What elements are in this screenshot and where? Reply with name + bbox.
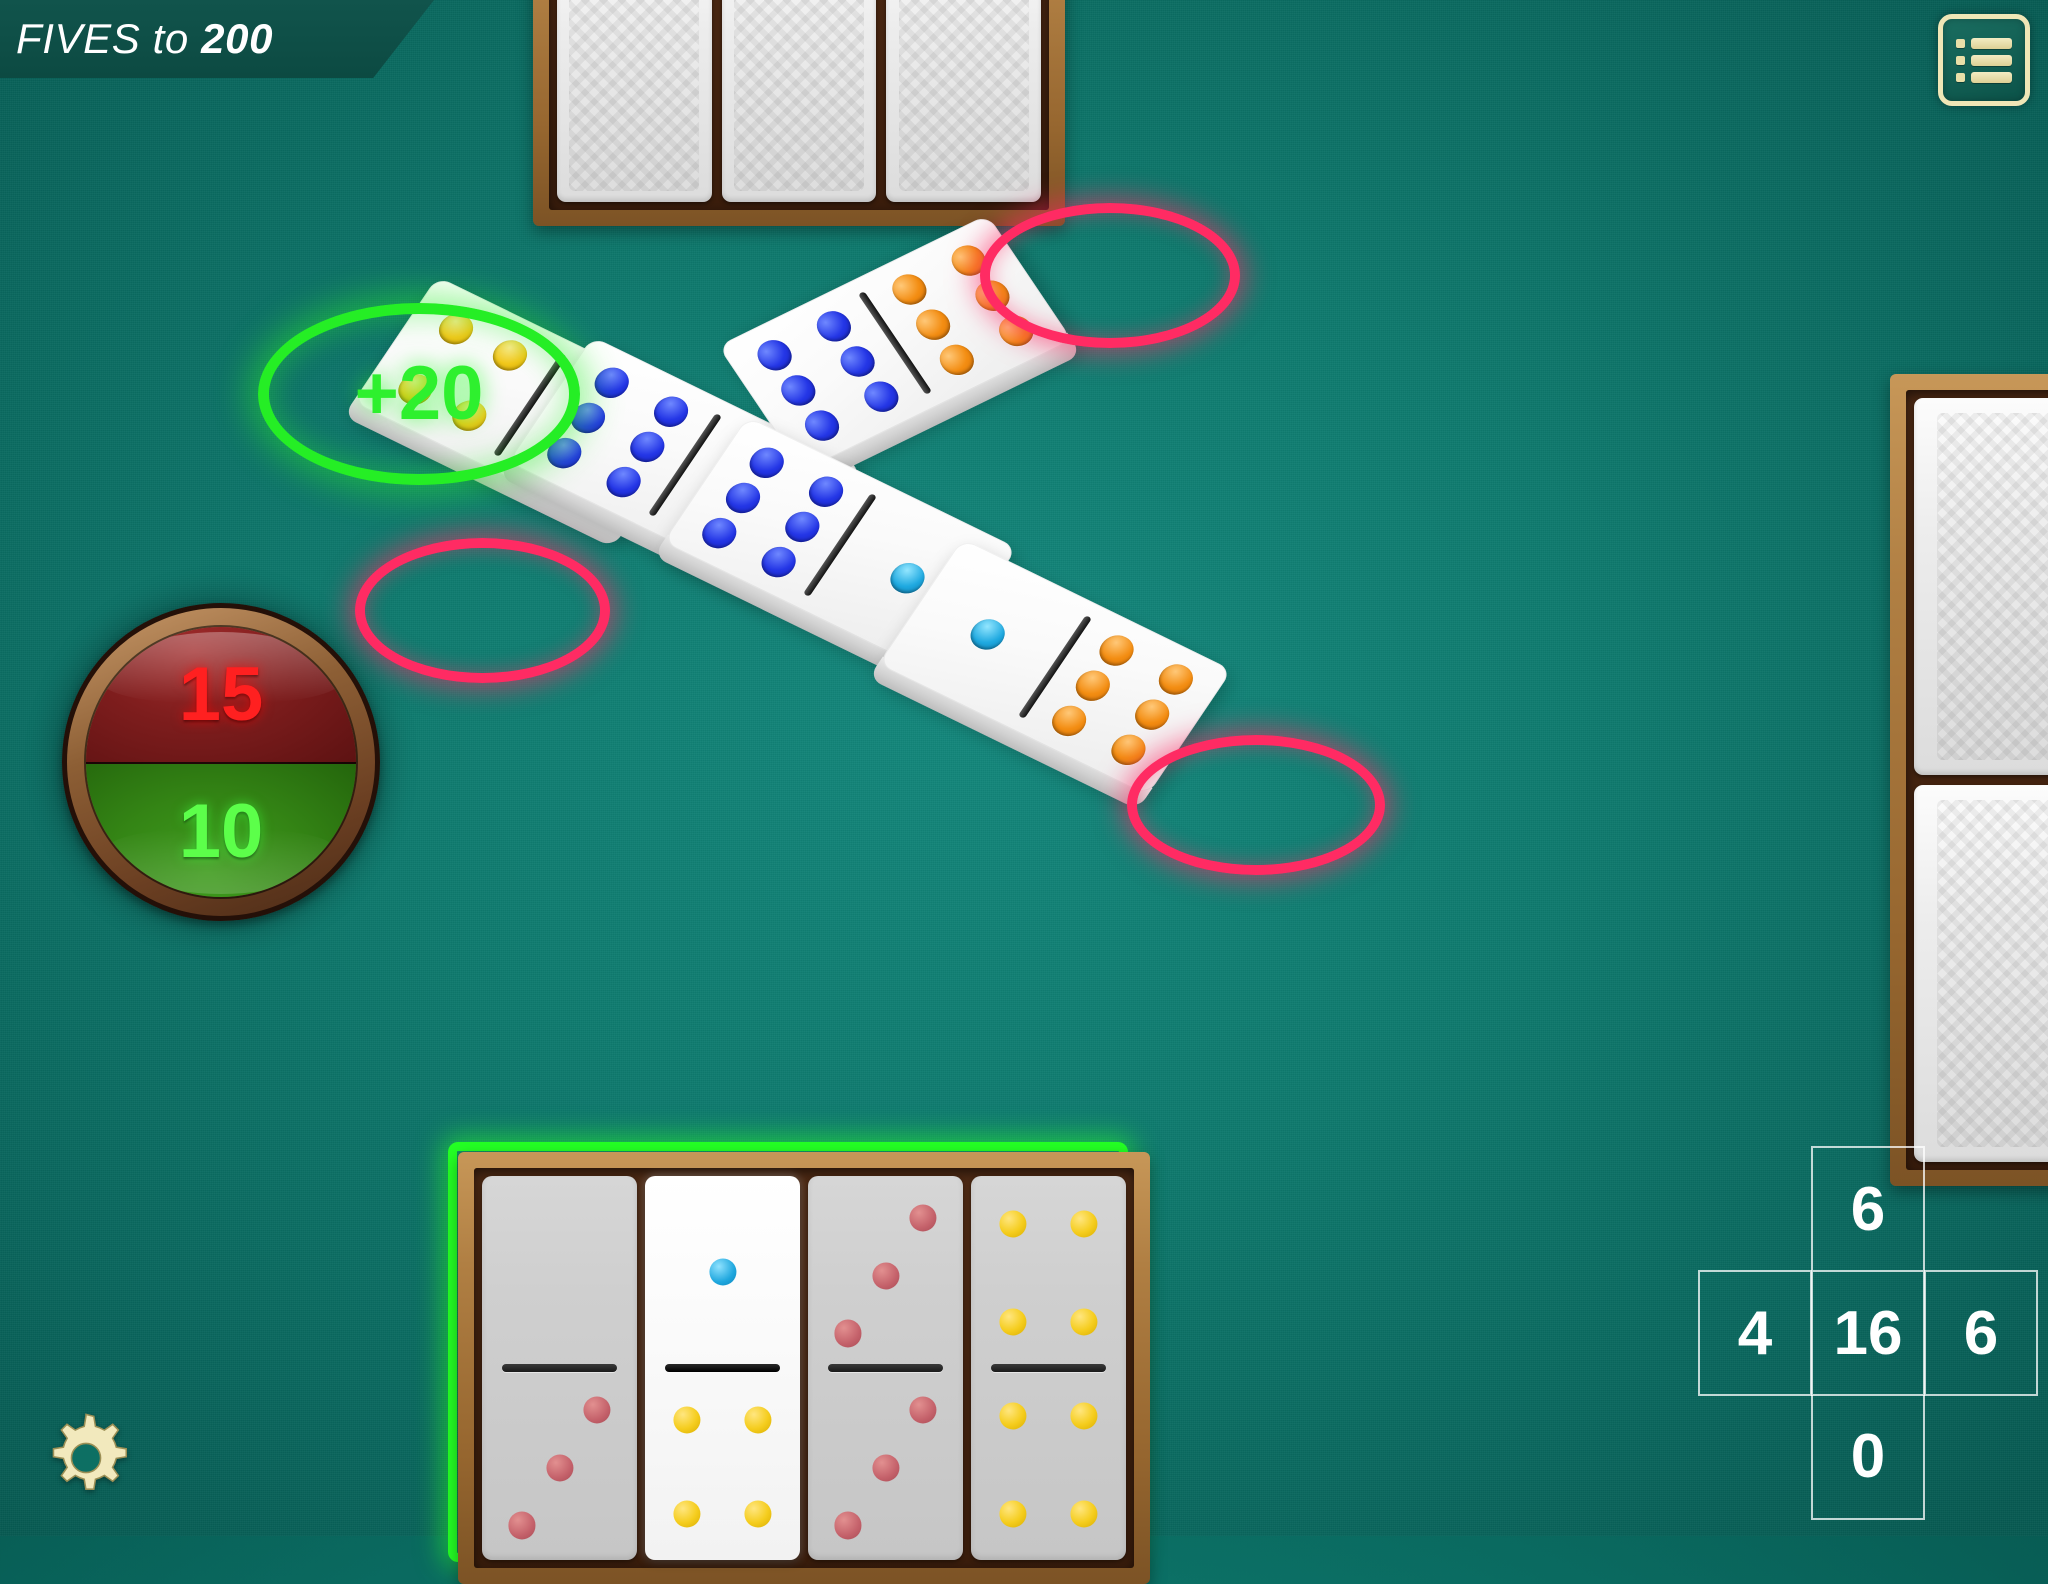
menu-line-icon xyxy=(1971,54,2012,66)
menu-line-icon xyxy=(1971,71,2012,83)
score-cell-bottom: 0 xyxy=(1811,1395,1925,1520)
tile-face xyxy=(662,416,1018,674)
tile-half-left xyxy=(878,538,1098,729)
list-menu-icon xyxy=(1956,37,2012,83)
tile-side xyxy=(797,332,1082,486)
played-tile-1-6-end[interactable] xyxy=(868,538,1235,814)
tile-half-right xyxy=(643,402,863,593)
game-mode-label: FIVES to 200 xyxy=(0,15,273,63)
tile-half-bottom xyxy=(971,1368,1126,1560)
hand-tile-3-3[interactable] xyxy=(808,1176,963,1560)
menu-icon-row xyxy=(1956,37,2012,49)
tile-half-left xyxy=(718,280,938,471)
menu-bullet-icon xyxy=(1956,55,1965,65)
tile-face xyxy=(877,538,1233,796)
opponent-rack-right xyxy=(1890,374,2048,1186)
played-tile-6-1[interactable] xyxy=(653,416,1020,692)
tile-half-bottom xyxy=(482,1368,637,1560)
tile-half-bottom xyxy=(645,1368,800,1560)
tile-divider xyxy=(647,413,723,517)
tile-half-right xyxy=(1013,604,1233,795)
score-cell-center: 16 xyxy=(1811,1270,1925,1396)
bonus-score-bubble: +20 xyxy=(258,303,580,485)
hand-tile-1-4[interactable] xyxy=(645,1176,800,1560)
menu-icon-row xyxy=(1956,71,2012,83)
tile-half-top xyxy=(645,1176,800,1368)
game-mode-banner: FIVES to 200 xyxy=(0,0,434,78)
tile-half-bottom xyxy=(808,1368,963,1560)
game-mode-target: 200 xyxy=(201,15,274,62)
menu-button[interactable] xyxy=(1938,14,2030,106)
score-faces: 15 10 xyxy=(84,625,358,899)
face-down-tile xyxy=(1914,785,2048,1162)
gear-icon xyxy=(52,1413,128,1490)
open-ends-score-grid: 6 4 16 6 0 xyxy=(1698,1146,2038,1520)
opponent-score-value: 15 xyxy=(178,651,264,737)
opponent-rack-top xyxy=(533,0,1065,226)
tile-face xyxy=(717,214,1073,472)
player-rack[interactable] xyxy=(458,1152,1150,1584)
menu-bullet-icon xyxy=(1956,38,1965,48)
face-down-tile xyxy=(1914,398,2048,775)
tile-side xyxy=(653,534,938,688)
rack-inner xyxy=(1906,390,2048,1170)
tile-half-right xyxy=(853,214,1073,405)
score-cell-top: 6 xyxy=(1811,1146,1925,1270)
menu-line-icon xyxy=(1971,37,2012,49)
rack-inner xyxy=(549,0,1049,210)
played-tile-6-6-upper-right[interactable] xyxy=(717,214,1088,486)
tile-side xyxy=(498,454,783,608)
face-down-tile xyxy=(721,0,877,202)
placement-target-ring-bottom-right[interactable] xyxy=(1127,735,1385,875)
game-mode-prefix: FIVES xyxy=(16,15,141,62)
tile-half-top xyxy=(482,1176,637,1368)
tile-half-left xyxy=(663,416,883,607)
tile-half-top xyxy=(808,1176,963,1368)
player-score-value: 10 xyxy=(178,788,264,874)
opponent-score-half: 15 xyxy=(86,627,356,764)
menu-bullet-icon xyxy=(1956,72,1965,82)
face-down-tile xyxy=(557,0,712,202)
tile-half-top xyxy=(971,1176,1126,1368)
face-down-tile xyxy=(886,0,1042,202)
hand-tile-4-4[interactable] xyxy=(971,1176,1126,1560)
score-cell-left: 4 xyxy=(1698,1270,1812,1396)
tile-shadow xyxy=(658,424,1020,692)
tile-half-right xyxy=(798,482,1018,673)
placement-target-ring-left[interactable] xyxy=(355,538,610,683)
tile-side xyxy=(868,656,1153,810)
game-mode-mid: to xyxy=(152,15,189,62)
tile-shadow xyxy=(726,216,1088,484)
player-score-half: 10 xyxy=(86,764,356,897)
score-cell-right: 6 xyxy=(1924,1270,2038,1396)
tile-divider xyxy=(802,493,878,597)
tile-divider xyxy=(1017,615,1093,719)
hand-tile-0-3[interactable] xyxy=(482,1176,637,1560)
tile-shadow xyxy=(873,546,1235,814)
rack-inner xyxy=(474,1168,1134,1568)
settings-button[interactable] xyxy=(34,1406,138,1510)
bonus-score-label: +20 xyxy=(354,351,484,436)
score-indicator[interactable]: 15 10 xyxy=(62,603,380,921)
menu-icon-row xyxy=(1956,54,2012,66)
tile-divider xyxy=(857,291,933,395)
